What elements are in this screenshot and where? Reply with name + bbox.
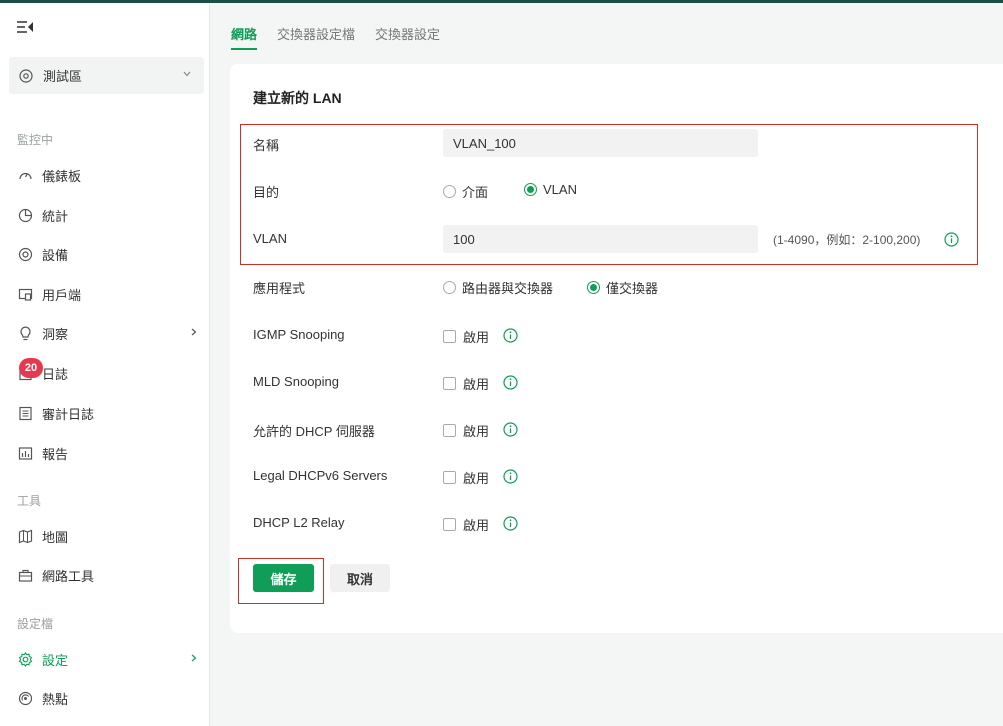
dhcp-l2-relay-label: DHCP L2 Relay (253, 515, 345, 530)
info-icon[interactable] (503, 328, 518, 343)
allowed-dhcp-label: 允許的 DHCP 伺服器 (253, 424, 375, 439)
sidebar-item-hotspot[interactable]: 熱點 (0, 682, 209, 714)
info-icon[interactable] (503, 422, 518, 437)
sidebar-item-label: 洞察 (42, 326, 69, 342)
toolbox-icon (18, 569, 32, 582)
save-button[interactable]: 儲存 (253, 564, 314, 592)
sidebar-item-settings[interactable]: 設定 (0, 643, 209, 675)
client-icon (18, 288, 32, 301)
mld-snooping-checkbox[interactable]: 啟用 (443, 374, 489, 393)
name-input[interactable] (443, 129, 758, 157)
section-profiles: 設定檔 (17, 617, 54, 631)
sidebar-item-label: 熱點 (42, 691, 69, 707)
chevron-down-icon (183, 71, 191, 77)
chevron-right-icon (191, 328, 197, 336)
app-radio-switch-only[interactable]: 僅交換器 (587, 278, 658, 297)
section-tools: 工具 (17, 494, 42, 508)
purpose-radio-interface[interactable]: 介面 (443, 182, 488, 201)
sidebar: 測試區 監控中 儀錶板 統計 設備 用戶端 洞察 日誌 20 審計日誌 報告 工… (0, 3, 210, 726)
info-icon[interactable] (503, 469, 518, 484)
sidebar-item-label: 網路工具 (42, 568, 95, 584)
vlan-id-input[interactable] (443, 225, 758, 253)
cancel-button[interactable]: 取消 (330, 564, 390, 592)
create-lan-panel: 建立新的 LAN 名稱 目的 介面 VLAN VLAN (1-4090，例如：2… (230, 64, 1003, 633)
tab-networks[interactable]: 網路 (231, 24, 258, 50)
location-icon (19, 68, 33, 83)
legal-dhcpv6-label: Legal DHCPv6 Servers (253, 468, 388, 483)
info-icon[interactable] (503, 516, 518, 531)
menu-collapse-icon[interactable] (16, 19, 34, 35)
hotspot-icon (18, 691, 32, 705)
sidebar-item-label: 用戶端 (42, 287, 82, 303)
vlan-label: VLAN (253, 231, 287, 246)
bulb-icon (19, 326, 31, 340)
dhcp-l2-relay-checkbox[interactable]: 啟用 (443, 515, 489, 534)
gauge-icon (18, 172, 32, 179)
gear-icon (18, 651, 32, 667)
sidebar-item-label: 審計日誌 (42, 406, 95, 422)
sidebar-item-map[interactable]: 地圖 (0, 520, 209, 552)
panel-title: 建立新的 LAN (253, 90, 342, 106)
allowed-dhcp-checkbox[interactable]: 啟用 (443, 421, 489, 440)
sidebar-item-net-tools[interactable]: 網路工具 (0, 559, 209, 591)
sidebar-item-stats[interactable]: 統計 (0, 199, 209, 231)
tab-switch-profiles[interactable]: 交換器設定檔 (277, 24, 355, 50)
legal-dhcpv6-checkbox[interactable]: 啟用 (443, 468, 489, 487)
sidebar-item-label: 設備 (42, 247, 69, 263)
sidebar-item-label: 儀錶板 (42, 168, 82, 184)
sidebar-item-label: 日誌 (42, 366, 69, 382)
vlan-range-hint: (1-4090，例如：2-100,200) (773, 233, 921, 247)
report-icon (18, 446, 32, 460)
sidebar-item-label: 報告 (42, 446, 69, 462)
igmp-snooping-label: IGMP Snooping (253, 327, 345, 342)
sidebar-item-label: 設定 (42, 652, 69, 668)
section-monitor: 監控中 (17, 133, 54, 147)
sidebar-item-insight[interactable]: 洞察 (0, 317, 209, 349)
tab-bar: 網路 交換器設定檔 交換器設定 (231, 24, 460, 50)
name-label: 名稱 (253, 138, 280, 153)
application-label: 應用程式 (253, 281, 306, 296)
target-icon (18, 247, 32, 261)
info-icon[interactable] (944, 232, 959, 247)
sidebar-item-reports[interactable]: 報告 (0, 437, 209, 469)
site-name: 測試區 (43, 69, 83, 84)
sidebar-item-clients[interactable]: 用戶端 (0, 278, 209, 310)
list-icon (18, 406, 32, 420)
app-radio-router-switch[interactable]: 路由器與交換器 (443, 278, 553, 297)
sidebar-item-label: 統計 (42, 208, 69, 224)
sidebar-item-devices[interactable]: 設備 (0, 238, 209, 270)
chevron-right-icon (191, 654, 197, 662)
tab-switch-settings[interactable]: 交換器設定 (375, 24, 440, 50)
sidebar-item-dashboard[interactable]: 儀錶板 (0, 159, 209, 191)
purpose-label: 目的 (253, 185, 280, 200)
sidebar-item-label: 地圖 (42, 529, 69, 545)
site-selector[interactable]: 測試區 (9, 57, 204, 94)
pie-chart-icon (18, 208, 32, 222)
mld-snooping-label: MLD Snooping (253, 374, 339, 389)
map-icon (18, 529, 32, 543)
igmp-snooping-checkbox[interactable]: 啟用 (443, 327, 489, 346)
logs-count-badge: 20 (19, 358, 43, 378)
purpose-radio-vlan[interactable]: VLAN (524, 182, 577, 197)
sidebar-item-audit-logs[interactable]: 審計日誌 (0, 397, 209, 429)
info-icon[interactable] (503, 375, 518, 390)
